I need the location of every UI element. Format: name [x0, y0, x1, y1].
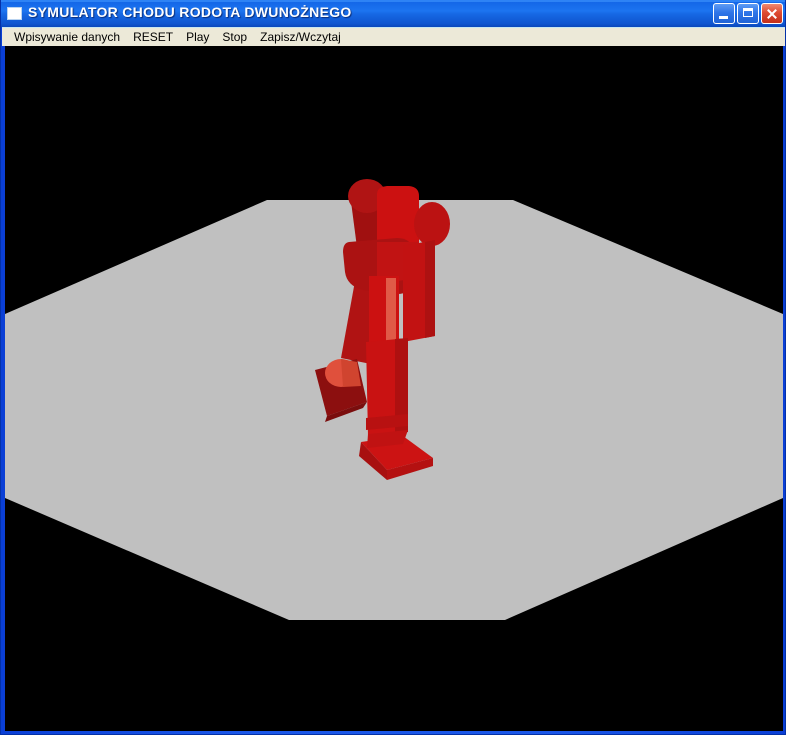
- menu-bar: Wpisywanie danych RESET Play Stop Zapisz…: [2, 27, 785, 46]
- robot-shoulder-right: [414, 202, 450, 246]
- simulation-3d-viewport[interactable]: [5, 46, 783, 731]
- application-window: SYMULATOR CHODU RODOTA DWUNOŻNEGO Wpisyw…: [0, 0, 786, 735]
- maximize-button[interactable]: [737, 3, 759, 24]
- window-title: SYMULATOR CHODU RODOTA DWUNOŻNEGO: [28, 4, 352, 20]
- close-button[interactable]: [761, 3, 783, 24]
- robot-second-thigh-shade: [425, 240, 435, 338]
- application-window-icon: [7, 7, 22, 20]
- window-controls: [713, 3, 783, 24]
- menu-item-play[interactable]: Play: [180, 28, 216, 46]
- menu-item-zapisz-wczytaj[interactable]: Zapisz/Wczytaj: [254, 28, 348, 46]
- menu-item-stop[interactable]: Stop: [216, 28, 254, 46]
- menu-item-reset[interactable]: RESET: [127, 28, 180, 46]
- title-bar[interactable]: SYMULATOR CHODU RODOTA DWUNOŻNEGO: [1, 0, 785, 27]
- robot-near-thigh-highlight: [386, 278, 396, 344]
- minimize-button[interactable]: [713, 3, 735, 24]
- menu-item-wpisywanie-danych[interactable]: Wpisywanie danych: [8, 28, 127, 46]
- robot-scene: [5, 46, 783, 731]
